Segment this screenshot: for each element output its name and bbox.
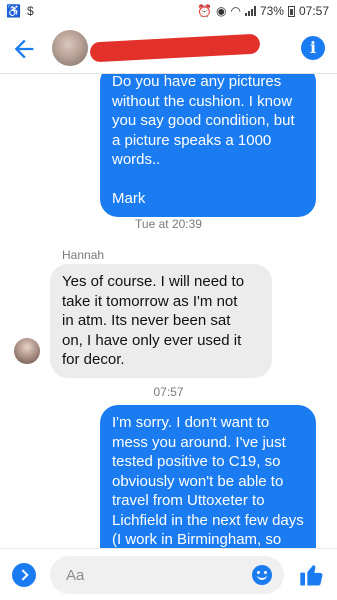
message-composer [0,548,337,600]
sender-avatar[interactable] [14,338,40,364]
dollar-icon: $ [26,4,34,18]
accessibility-icon: ♿ [6,4,21,18]
message-incoming[interactable]: Yes of course. I will need to take it to… [50,264,272,378]
status-right: ⏰ ◉ ◠ 73% 07:57 [197,4,329,18]
thumbs-up-icon[interactable] [298,561,326,589]
wifi-icon: ◠ [230,4,241,18]
timestamp: 07:57 [153,385,184,399]
nfc-icon: ◉ [215,4,227,18]
battery-icon [287,5,295,17]
emoji-icon[interactable] [252,565,272,585]
message-text: Yes of course. I will need to take it to… [62,273,245,368]
status-bar: ♿ $ ⏰ ◉ ◠ 73% 07:57 [0,0,337,24]
message-outgoing[interactable]: I'm sorry. I don't want to mess you arou… [100,405,316,548]
redacted-contact-name [89,33,261,63]
back-arrow-icon[interactable] [10,35,38,63]
sender-name: Hannah [62,248,105,262]
conversation-header: i [0,24,337,74]
message-outgoing[interactable]: Do you have any pictures without the cus… [100,74,316,217]
expand-actions-button[interactable] [12,563,36,587]
clock: 07:57 [298,4,329,18]
message-input[interactable] [50,556,284,594]
battery-level: 73% [259,4,284,18]
contact-avatar[interactable] [52,30,88,66]
message-text: Do you have any pictures without the cus… [112,74,295,207]
info-icon[interactable]: i [301,36,325,60]
status-left: ♿ $ [6,4,34,18]
message-list[interactable]: Do you have any pictures without the cus… [0,74,337,548]
signal-icon [244,6,256,16]
alarm-icon: ⏰ [197,4,212,18]
message-text: I'm sorry. I don't want to mess you arou… [112,414,304,548]
timestamp: Tue at 20:39 [135,217,202,231]
